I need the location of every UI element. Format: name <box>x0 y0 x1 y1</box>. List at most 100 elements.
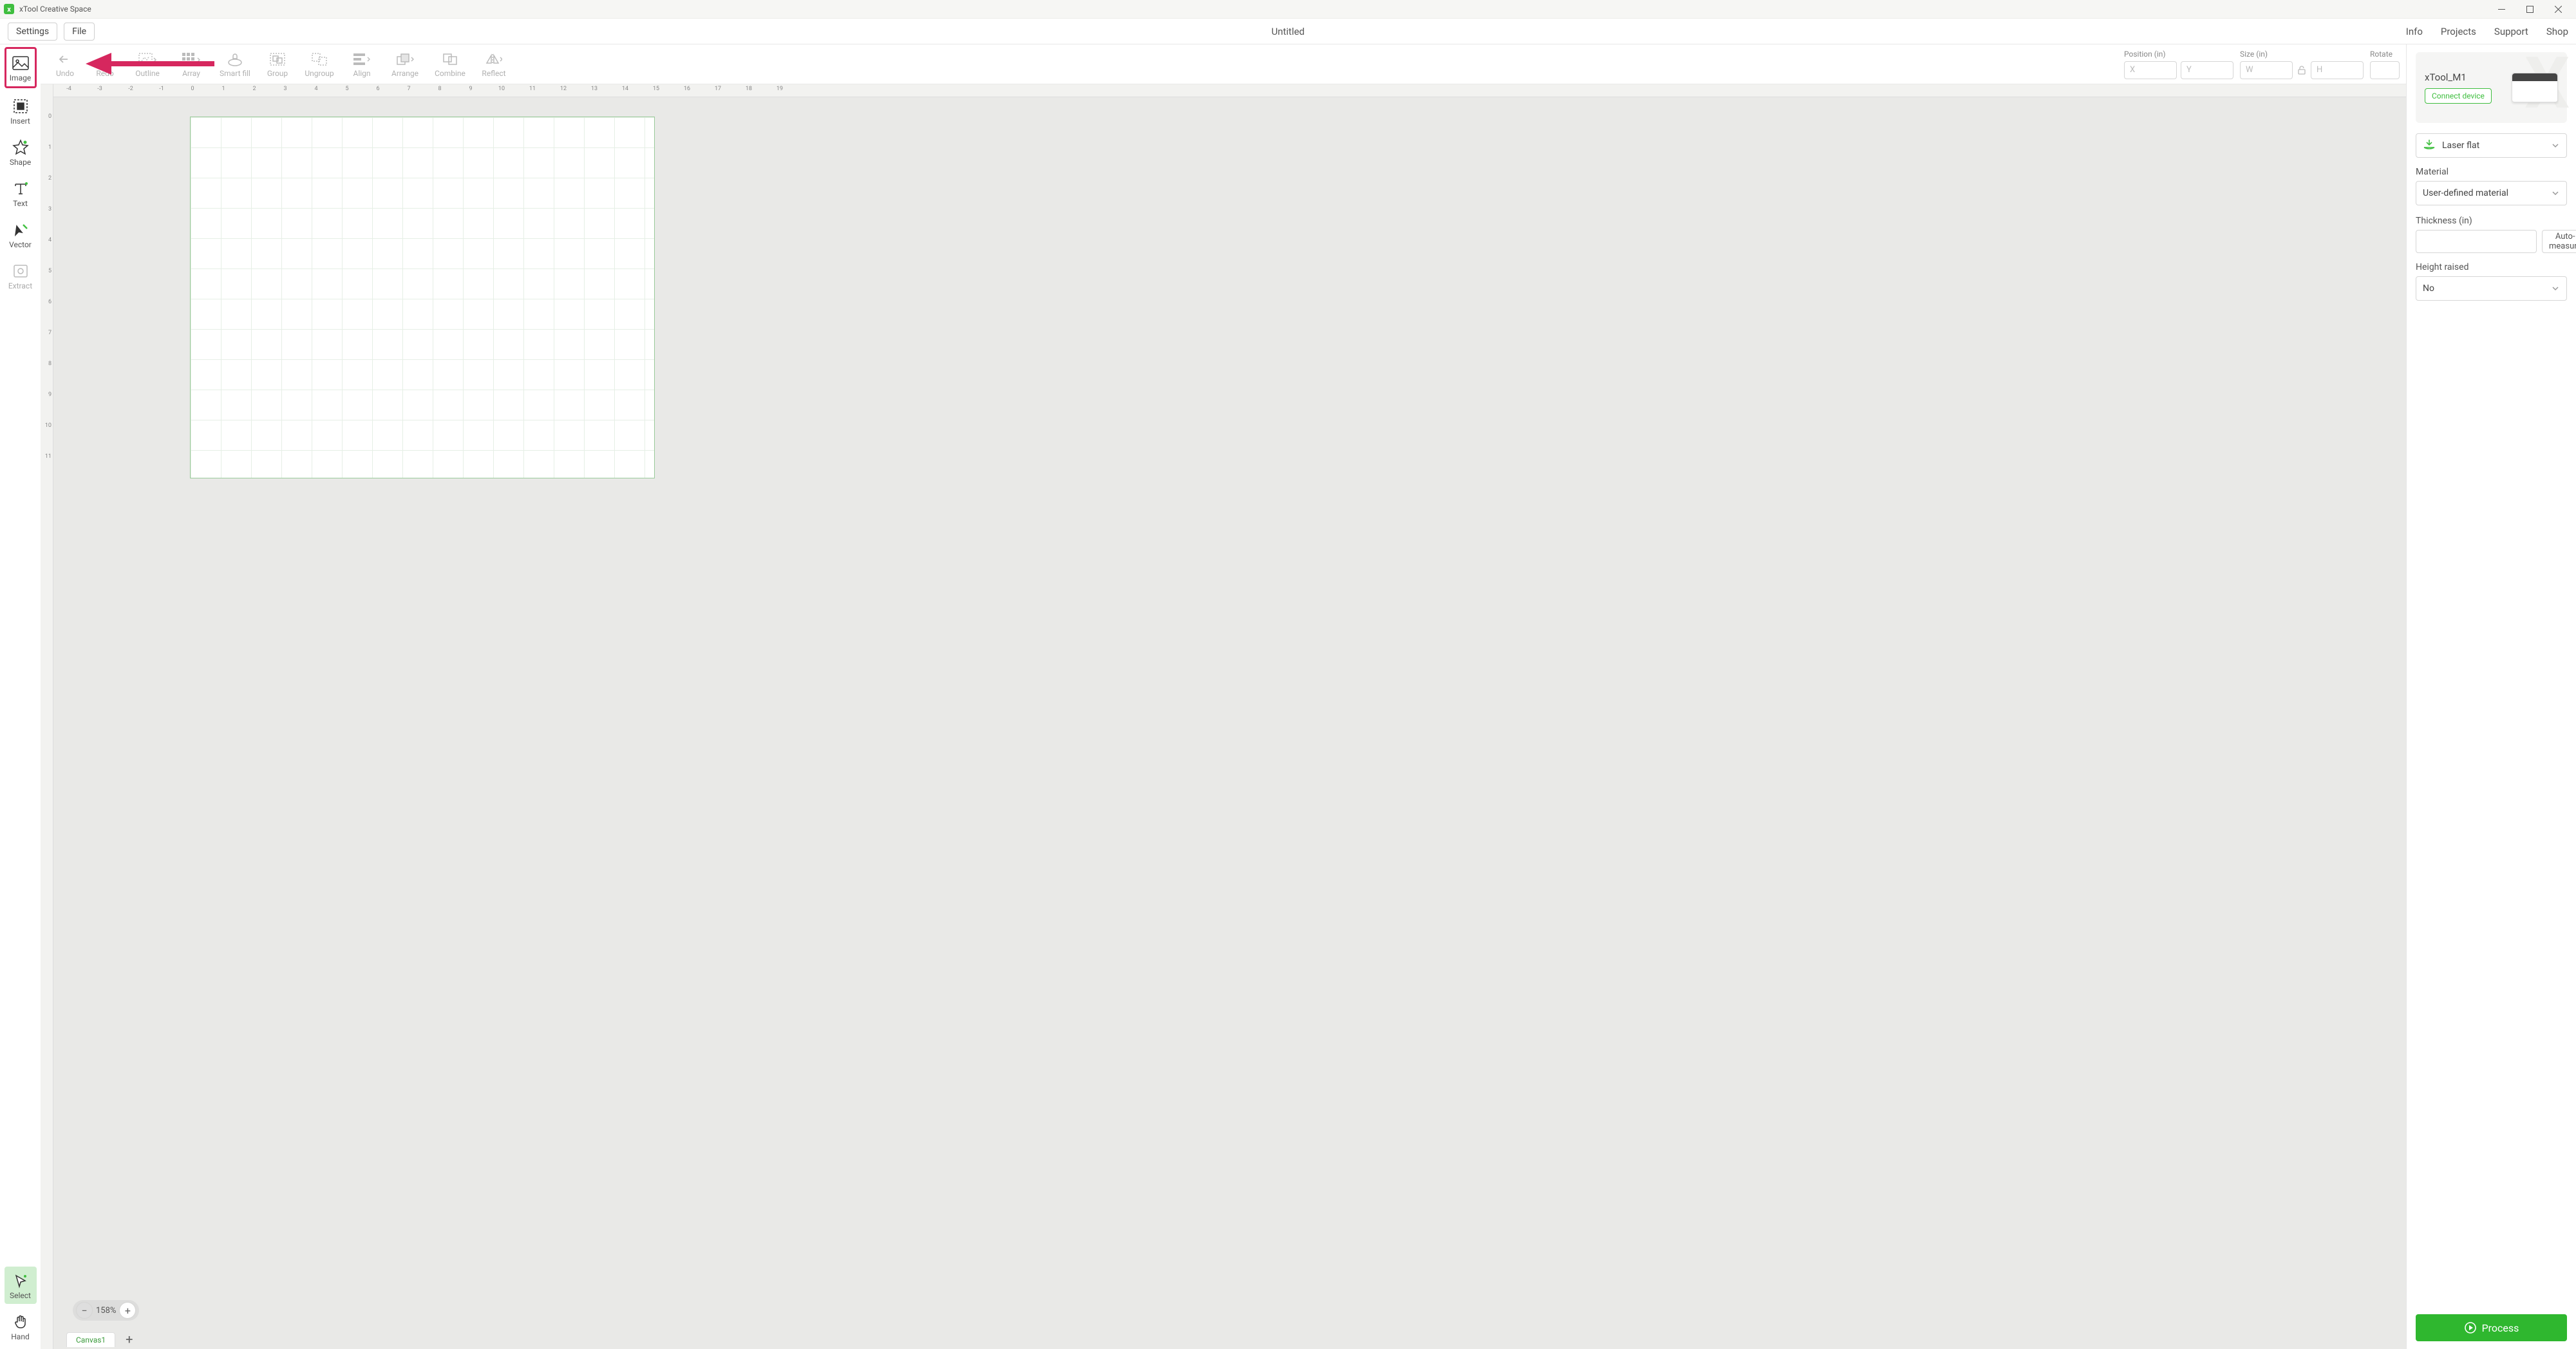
group-icon <box>270 51 285 68</box>
tool-image[interactable]: Image <box>5 47 37 88</box>
height-raised-value: No <box>2423 283 2434 294</box>
tb-redo[interactable]: Redo <box>87 51 123 78</box>
position-y-input[interactable] <box>2181 61 2233 79</box>
tool-text[interactable]: Text <box>5 175 37 212</box>
shape-icon <box>12 138 29 156</box>
extract-icon <box>13 262 28 280</box>
size-h-input[interactable] <box>2311 61 2364 79</box>
chevron-down-icon <box>2551 189 2560 198</box>
reflect-icon <box>485 51 502 68</box>
link-projects[interactable]: Projects <box>2441 26 2476 37</box>
rotate-label: Rotate <box>2370 50 2400 59</box>
height-raised-select[interactable]: No <box>2416 276 2567 301</box>
minimize-button[interactable] <box>2487 0 2515 19</box>
smartfill-icon <box>227 51 243 68</box>
horizontal-ruler: -4-3-2-1012345678910111213141516171819 <box>53 84 2406 97</box>
align-icon <box>353 51 370 68</box>
tool-vector[interactable]: Vector <box>5 216 37 253</box>
add-tab-button[interactable]: + <box>122 1332 136 1347</box>
tb-group[interactable]: Group <box>259 51 296 78</box>
zoom-in-button[interactable]: + <box>120 1303 135 1318</box>
zoom-value: 158% <box>96 1306 116 1316</box>
link-shop[interactable]: Shop <box>2546 26 2568 37</box>
hand-icon <box>13 1313 28 1331</box>
device-header: X xTool_M1 Connect device <box>2416 52 2567 123</box>
link-info[interactable]: Info <box>2406 26 2423 37</box>
thickness-input[interactable] <box>2416 230 2537 253</box>
tool-vector-label: Vector <box>9 240 32 249</box>
connect-device-button[interactable]: Connect device <box>2425 88 2492 104</box>
app-icon: x <box>4 4 14 14</box>
tool-extract-label: Extract <box>8 281 32 290</box>
size-w-input[interactable] <box>2240 61 2293 79</box>
menubar: Settings File Untitled Info Projects Sup… <box>0 19 2576 44</box>
tb-undo[interactable]: Undo <box>47 51 83 78</box>
close-button[interactable] <box>2544 0 2572 19</box>
mode-select[interactable]: Laser flat <box>2416 133 2567 158</box>
tool-insert[interactable]: Insert <box>5 92 37 129</box>
zoom-out-button[interactable]: − <box>77 1303 92 1318</box>
insert-icon <box>13 97 28 115</box>
titlebar: x xTool Creative Space <box>0 0 2576 19</box>
tool-hand-label: Hand <box>11 1332 29 1341</box>
text-icon <box>13 180 28 198</box>
zoom-control: − 158% + <box>73 1300 139 1321</box>
canvas-paper[interactable] <box>190 117 655 478</box>
material-label: Material <box>2416 167 2567 177</box>
auto-measure-button[interactable]: Auto-measure <box>2542 230 2576 253</box>
tool-shape[interactable]: Shape <box>5 133 37 171</box>
right-panel: X xTool_M1 Connect device Laser flat Mat… <box>2406 44 2576 1349</box>
tb-outline[interactable]: Outline <box>127 51 168 78</box>
mode-value: Laser flat <box>2442 140 2479 151</box>
device-image <box>2512 73 2558 102</box>
tool-image-label: Image <box>10 73 31 82</box>
tool-insert-label: Insert <box>10 117 30 126</box>
play-icon <box>2464 1321 2477 1334</box>
tb-combine[interactable]: Combine <box>429 51 471 78</box>
position-label: Position (in) <box>2124 50 2233 59</box>
rotate-input[interactable] <box>2370 61 2400 79</box>
device-name: xTool_M1 <box>2425 71 2492 83</box>
array-icon <box>182 51 200 68</box>
position-fields: Position (in) <box>2124 50 2233 79</box>
tool-text-label: Text <box>13 199 28 208</box>
chevron-down-icon <box>2551 284 2560 293</box>
arrange-icon <box>396 51 414 68</box>
tab-canvas1[interactable]: Canvas1 <box>66 1332 115 1347</box>
tb-ungroup[interactable]: Ungroup <box>299 51 339 78</box>
vertical-ruler: 01234567891011 <box>41 84 53 1349</box>
maximize-button[interactable] <box>2515 0 2544 19</box>
canvas-area[interactable]: 01234567891011 -4-3-2-101234567891011121… <box>41 84 2406 1349</box>
tb-reflect[interactable]: Reflect <box>475 51 513 78</box>
tool-select-label: Select <box>10 1291 31 1300</box>
ungroup-icon <box>312 51 327 68</box>
rotate-fields: Rotate <box>2370 50 2400 79</box>
tb-arrange[interactable]: Arrange <box>384 51 426 78</box>
material-value: User-defined material <box>2423 188 2508 198</box>
image-icon <box>12 54 29 72</box>
file-button[interactable]: File <box>64 23 95 41</box>
link-support[interactable]: Support <box>2494 26 2528 37</box>
tool-extract[interactable]: Extract <box>5 257 37 294</box>
redo-icon <box>98 51 112 68</box>
select-icon <box>13 1272 28 1290</box>
vector-icon <box>13 221 28 239</box>
process-button[interactable]: Process <box>2416 1314 2567 1341</box>
top-toolbar: Undo Redo Outline Array Smart fill Group <box>41 44 2406 84</box>
process-label: Process <box>2482 1322 2519 1334</box>
size-label: Size (in) <box>2240 50 2364 59</box>
tb-array[interactable]: Array <box>172 51 211 78</box>
tb-align[interactable]: Align <box>343 51 381 78</box>
material-select[interactable]: User-defined material <box>2416 181 2567 205</box>
tool-hand[interactable]: Hand <box>5 1308 37 1345</box>
settings-button[interactable]: Settings <box>8 23 57 41</box>
document-title: Untitled <box>1272 26 1305 37</box>
laser-icon <box>2423 138 2436 153</box>
canvas-tabs: Canvas1 + <box>66 1330 137 1349</box>
lock-icon[interactable] <box>2297 65 2307 75</box>
tool-select[interactable]: Select <box>5 1267 37 1304</box>
tb-smartfill[interactable]: Smart fill <box>214 51 256 78</box>
tool-shape-label: Shape <box>10 158 31 167</box>
app-title: xTool Creative Space <box>19 5 91 14</box>
position-x-input[interactable] <box>2124 61 2177 79</box>
